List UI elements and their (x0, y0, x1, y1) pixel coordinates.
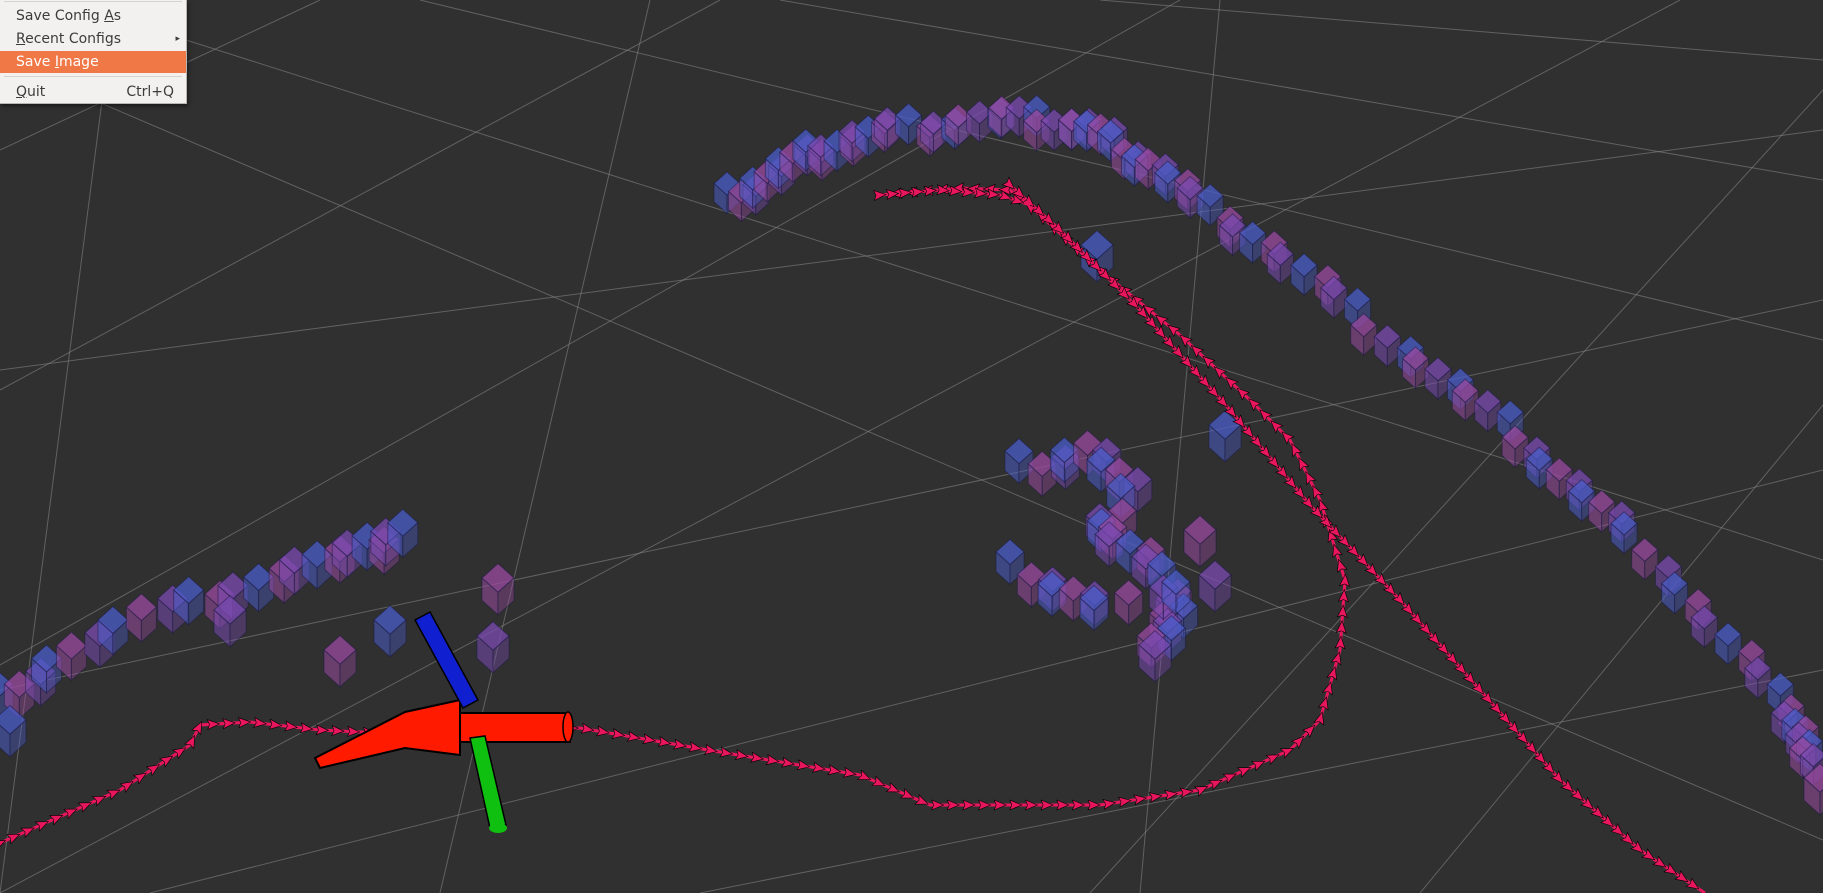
menu-accelerator-letter: Q (16, 84, 28, 100)
menu-item-label: Save Config As (16, 8, 122, 24)
menu-accelerator-letter: A (104, 8, 114, 24)
menu-separator-top (4, 1, 182, 2)
menu-item-label: Recent Configs (16, 31, 122, 47)
y-axis-cap (489, 823, 507, 833)
menu-item-recent-configs[interactable]: Recent Configs ▸ (0, 28, 186, 50)
menu-item-label: Save Image (16, 54, 99, 70)
menu-item-label: Quit (16, 84, 46, 100)
x-axis-arrow-cap (562, 711, 574, 743)
menu-item-shortcut: Ctrl+Q (126, 84, 174, 100)
menu-item-save-config-as[interactable]: Save Config As (0, 5, 186, 27)
rviz-3d-viewport[interactable] (0, 0, 1823, 893)
submenu-arrow-icon: ▸ (175, 34, 180, 44)
menu-item-save-image[interactable]: Save Image (0, 51, 186, 73)
menu-accelerator-letter: R (16, 31, 26, 47)
menu-item-quit[interactable]: Quit Ctrl+Q (0, 81, 186, 103)
menu-separator (4, 76, 182, 77)
menu-accelerator-letter: I (54, 54, 59, 70)
file-menu-dropdown: Save Config As Recent Configs ▸ Save Ima… (0, 0, 187, 104)
